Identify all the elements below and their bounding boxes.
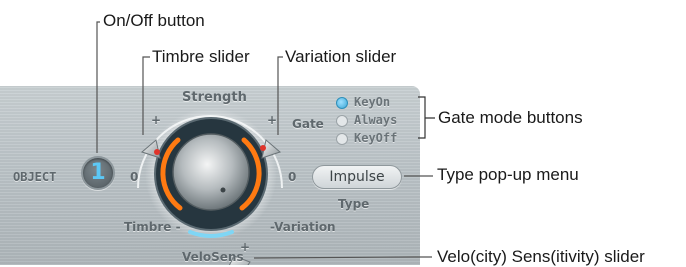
timbre-plus-label: + <box>151 113 162 127</box>
gate-keyoff-radio[interactable] <box>336 133 348 145</box>
variation-leader <box>277 56 283 135</box>
object-label: OBJECT <box>13 170 57 184</box>
gate-keyon-radio[interactable] <box>336 97 348 109</box>
gate-keyoff-option[interactable]: KeyOff <box>354 131 397 145</box>
knob-indicator-dot <box>220 187 226 193</box>
strength-label: Strength <box>182 90 247 105</box>
timbre-label: Timbre - <box>124 220 181 234</box>
velo-sens-callout: Velo(city) Sens(itivity) slider <box>437 247 645 266</box>
velosens-label: VeloSens <box>182 250 244 264</box>
timbre-zero-label: 0 <box>130 170 139 184</box>
onoff-leader <box>96 21 100 153</box>
type-label: Type <box>338 197 370 211</box>
gate-always-radio[interactable] <box>336 115 348 127</box>
velosens-plus-label: + <box>240 240 251 254</box>
timbre-slider-callout: Timbre slider <box>152 47 250 66</box>
variation-plus-label: + <box>267 113 278 127</box>
on-off-callout: On/Off button <box>103 11 205 30</box>
gate-keyon-option[interactable]: KeyOn <box>354 95 390 109</box>
variation-zero-label: 0 <box>288 170 297 184</box>
timbre-leader <box>142 56 150 135</box>
strength-knob[interactable] <box>172 133 250 211</box>
gate-always-option[interactable]: Always <box>354 113 397 127</box>
gate-bracket <box>418 96 435 139</box>
variation-label: -Variation <box>270 220 336 234</box>
variation-slider-marker <box>260 145 266 151</box>
velo-leader <box>253 256 432 259</box>
on-off-button[interactable]: 1 <box>81 156 115 190</box>
gate-mode-callout: Gate mode buttons <box>438 108 583 127</box>
variation-slider-callout: Variation slider <box>285 47 397 66</box>
type-popup-menu[interactable]: Impulse <box>312 165 402 189</box>
gate-label: Gate <box>292 117 324 131</box>
timbre-slider-marker <box>154 149 160 155</box>
type-menu-callout: Type pop-up menu <box>437 165 579 184</box>
